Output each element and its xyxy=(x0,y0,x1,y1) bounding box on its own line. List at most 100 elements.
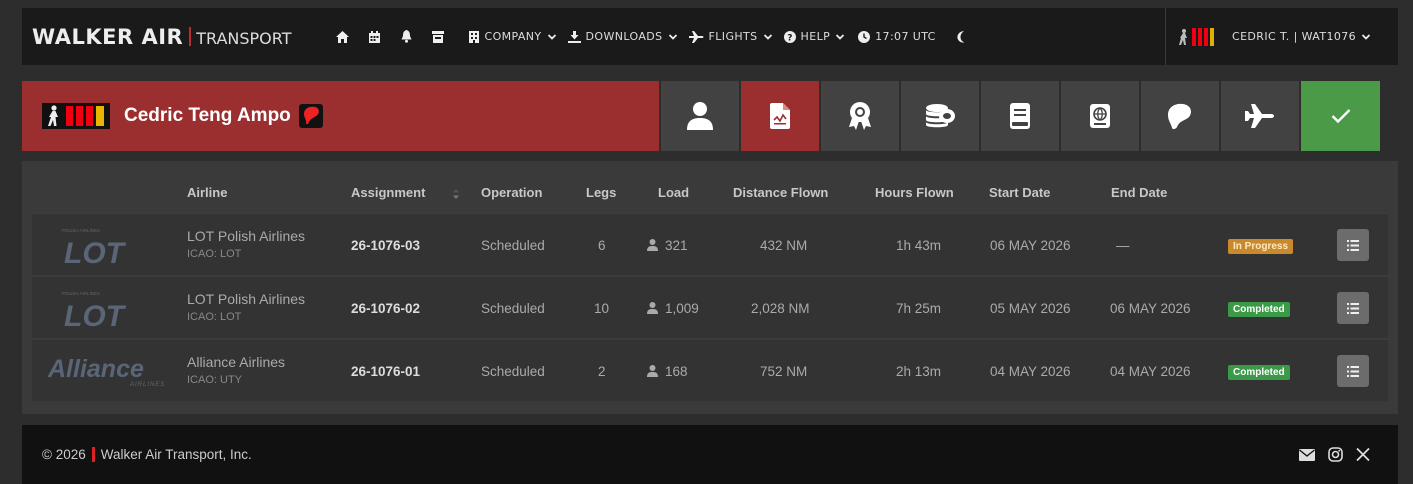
user-name: CEDRIC T. | WAT1076 xyxy=(1232,30,1357,43)
col-distance[interactable]: Distance Flown xyxy=(733,185,828,200)
svg-text:POLISH AIRLINES: POLISH AIRLINES xyxy=(62,291,100,296)
legs: 6 xyxy=(598,238,606,253)
airline-logo: POLISH AIRLINES LOT xyxy=(62,291,127,329)
calendar-icon[interactable] xyxy=(361,22,387,52)
load-value: 1,009 xyxy=(665,301,699,316)
col-legs[interactable]: Legs xyxy=(586,185,616,200)
operation: Scheduled xyxy=(481,364,545,379)
menu-company[interactable]: COMPANY xyxy=(469,30,556,43)
hours: 2h 13m xyxy=(896,364,942,379)
brand-logo[interactable]: WALKER AIR TRANSPORT xyxy=(22,25,291,49)
menu-downloads[interactable]: DOWNLOADS xyxy=(567,30,677,43)
x-twitter-icon[interactable] xyxy=(1356,448,1370,461)
col-operation[interactable]: Operation xyxy=(481,185,542,200)
tab-awards[interactable] xyxy=(821,81,899,151)
profile-name-panel: Cedric Teng Ampo xyxy=(22,81,659,151)
table-row[interactable]: POLISH AIRLINES LOT LOT Polish Airlines … xyxy=(32,276,1388,338)
list-icon xyxy=(1347,365,1359,377)
status-badge: Completed xyxy=(1228,302,1290,317)
tab-region[interactable] xyxy=(1141,81,1219,151)
coins-icon xyxy=(926,104,955,128)
utc-clock: 17:07 UTC xyxy=(858,30,936,43)
chevron-down-icon xyxy=(763,33,772,40)
load-value: 168 xyxy=(665,364,688,379)
bell-icon[interactable] xyxy=(393,22,419,52)
question-icon: ? xyxy=(783,30,796,43)
airline-icao: ICAO: LOT xyxy=(187,248,242,260)
menu-downloads-label: DOWNLOADS xyxy=(585,30,663,43)
profile-header: Cedric Teng Ampo xyxy=(22,81,1398,151)
menu-help[interactable]: ? HELP xyxy=(783,30,845,43)
assignment-id: 26-1076-01 xyxy=(351,364,421,379)
distance: 432 NM xyxy=(760,238,808,253)
col-airline[interactable]: Airline xyxy=(187,185,227,200)
top-navbar: WALKER AIR TRANSPORT COMPANY DOWNLOADS F… xyxy=(22,8,1398,65)
document-chart-icon xyxy=(770,103,790,129)
airline-name: LOT Polish Airlines xyxy=(187,228,306,244)
tab-finances[interactable] xyxy=(901,81,979,151)
assignment-id: 26-1076-02 xyxy=(351,301,421,316)
hours: 7h 25m xyxy=(896,301,942,316)
tab-logbook[interactable] xyxy=(981,81,1059,151)
operation: Scheduled xyxy=(481,301,545,316)
plane-icon xyxy=(688,30,704,43)
user-badge-icon xyxy=(1179,27,1214,46)
store-icon[interactable] xyxy=(425,22,451,52)
row-details-button[interactable] xyxy=(1337,355,1369,387)
utc-clock-text: 17:07 UTC xyxy=(875,30,936,43)
start-date: 05 MAY 2026 xyxy=(990,301,1071,316)
tab-flight-logs[interactable] xyxy=(741,81,819,151)
building-icon xyxy=(469,30,480,43)
envelope-icon[interactable] xyxy=(1299,448,1315,461)
col-load[interactable]: Load xyxy=(658,185,689,200)
tab-approve[interactable] xyxy=(1301,81,1380,151)
col-hours[interactable]: Hours Flown xyxy=(875,185,954,200)
operation: Scheduled xyxy=(481,238,545,253)
svg-text:AIRLINES: AIRLINES xyxy=(129,382,165,388)
status-badge: In Progress xyxy=(1228,239,1294,254)
svg-text:Alliance: Alliance xyxy=(47,355,144,383)
book-icon xyxy=(1010,103,1030,129)
svg-text:LOT: LOT xyxy=(64,300,127,329)
user-icon xyxy=(687,102,713,130)
rank-insignia-icon xyxy=(42,103,110,129)
brand-name: WALKER AIR xyxy=(32,24,184,49)
col-end-date[interactable]: End Date xyxy=(1111,185,1167,200)
tab-flights[interactable] xyxy=(1221,81,1299,151)
airline-icao: ICAO: UTY xyxy=(187,374,243,386)
row-details-button[interactable] xyxy=(1337,229,1369,261)
distance: 2,028 NM xyxy=(751,301,810,316)
brand-divider xyxy=(189,27,192,46)
airline-name: Alliance Airlines xyxy=(187,354,286,370)
instagram-icon[interactable] xyxy=(1328,447,1343,462)
legs: 2 xyxy=(598,364,606,379)
col-assignment[interactable]: Assignment xyxy=(351,185,425,200)
col-start-date[interactable]: Start Date xyxy=(989,185,1050,200)
tab-profile[interactable] xyxy=(661,81,739,151)
row-details-button[interactable] xyxy=(1337,292,1369,324)
distance: 752 NM xyxy=(760,364,808,379)
home-icon[interactable] xyxy=(329,22,355,52)
social-links xyxy=(1299,425,1370,484)
airline-logo: Alliance AIRLINES xyxy=(47,355,165,388)
moon-icon[interactable] xyxy=(956,30,967,43)
svg-text:?: ? xyxy=(787,33,793,43)
load: 321 xyxy=(647,238,688,253)
list-icon xyxy=(1347,302,1359,314)
chevron-down-icon xyxy=(668,33,677,40)
menu-flights[interactable]: FLIGHTS xyxy=(688,30,772,43)
pilot-name: Cedric Teng Ampo xyxy=(124,105,291,126)
nav-icon-group xyxy=(329,22,457,52)
airline-logo: POLISH AIRLINES LOT xyxy=(62,228,127,266)
tab-passport[interactable] xyxy=(1061,81,1139,151)
plane-icon xyxy=(1245,104,1274,128)
footer: © 2026 Walker Air Transport, Inc. xyxy=(22,425,1398,484)
sort-icon[interactable] xyxy=(453,188,459,200)
table-row[interactable]: Alliance AIRLINES Alliance Airlines ICAO… xyxy=(32,339,1388,401)
start-date: 04 MAY 2026 xyxy=(990,364,1071,379)
status-badge: Completed xyxy=(1228,365,1290,380)
load: 168 xyxy=(647,364,688,379)
table-row[interactable]: POLISH AIRLINES LOT LOT Polish Airlines … xyxy=(32,213,1388,275)
footer-divider xyxy=(91,447,95,462)
user-menu[interactable]: CEDRIC T. | WAT1076 xyxy=(1178,8,1371,65)
